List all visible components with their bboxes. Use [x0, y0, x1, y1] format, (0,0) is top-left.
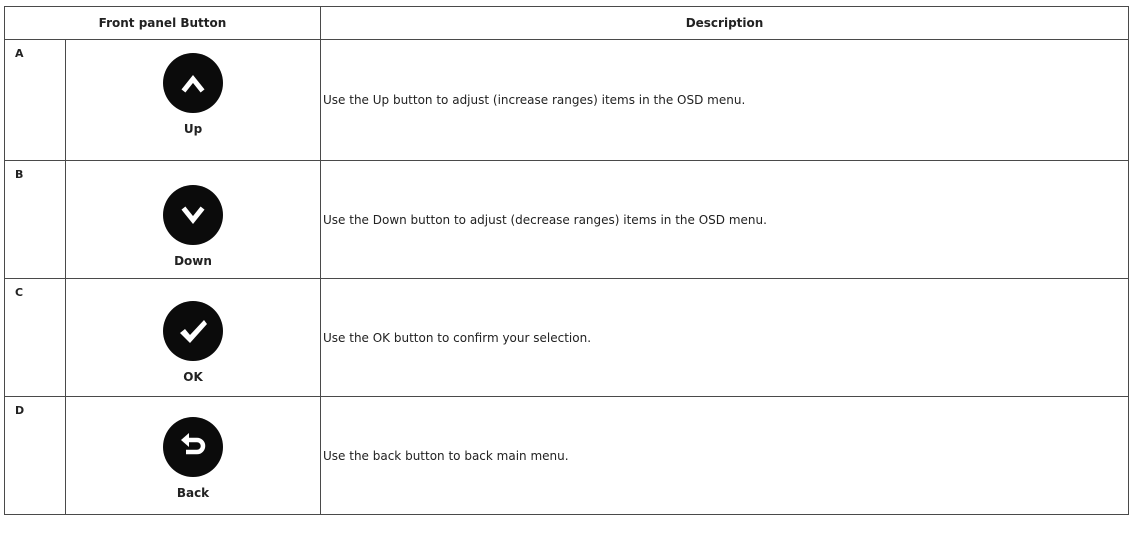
row-letter: A	[4, 39, 66, 161]
button-label: Down	[174, 254, 212, 268]
button-cell: Back	[65, 396, 321, 515]
table-row: A Up Use the Up button to adjust (increa…	[4, 39, 1129, 161]
header-front-panel-button: Front panel Button	[4, 6, 321, 40]
button-label: Up	[183, 122, 203, 136]
button-label: Back	[176, 486, 210, 500]
down-arrow-icon	[163, 185, 223, 245]
header-description: Description	[320, 6, 1129, 40]
button-cell: Down	[65, 160, 321, 279]
row-description: Use the back button to back main menu.	[320, 396, 1129, 515]
row-letter: C	[4, 278, 66, 397]
table-header-row: Front panel Button Description	[4, 6, 1129, 40]
button-label: OK	[183, 370, 203, 384]
row-description: Use the OK button to confirm your select…	[320, 278, 1129, 397]
table-row: C OK Use the OK button to confirm your s…	[4, 278, 1129, 397]
checkmark-icon	[163, 301, 223, 361]
table-row: D Back Use the back button to back main …	[4, 396, 1129, 515]
row-letter: D	[4, 396, 66, 515]
front-panel-button-table: Front panel Button Description A Up Use …	[4, 6, 1129, 515]
button-cell: OK	[65, 278, 321, 397]
up-arrow-icon	[163, 53, 223, 113]
row-description: Use the Down button to adjust (decrease …	[320, 160, 1129, 279]
table-row: B Down Use the Down button to adjust (de…	[4, 160, 1129, 279]
button-cell: Up	[65, 39, 321, 161]
row-description: Use the Up button to adjust (increase ra…	[320, 39, 1129, 161]
row-letter: B	[4, 160, 66, 279]
back-arrow-icon	[163, 417, 223, 477]
